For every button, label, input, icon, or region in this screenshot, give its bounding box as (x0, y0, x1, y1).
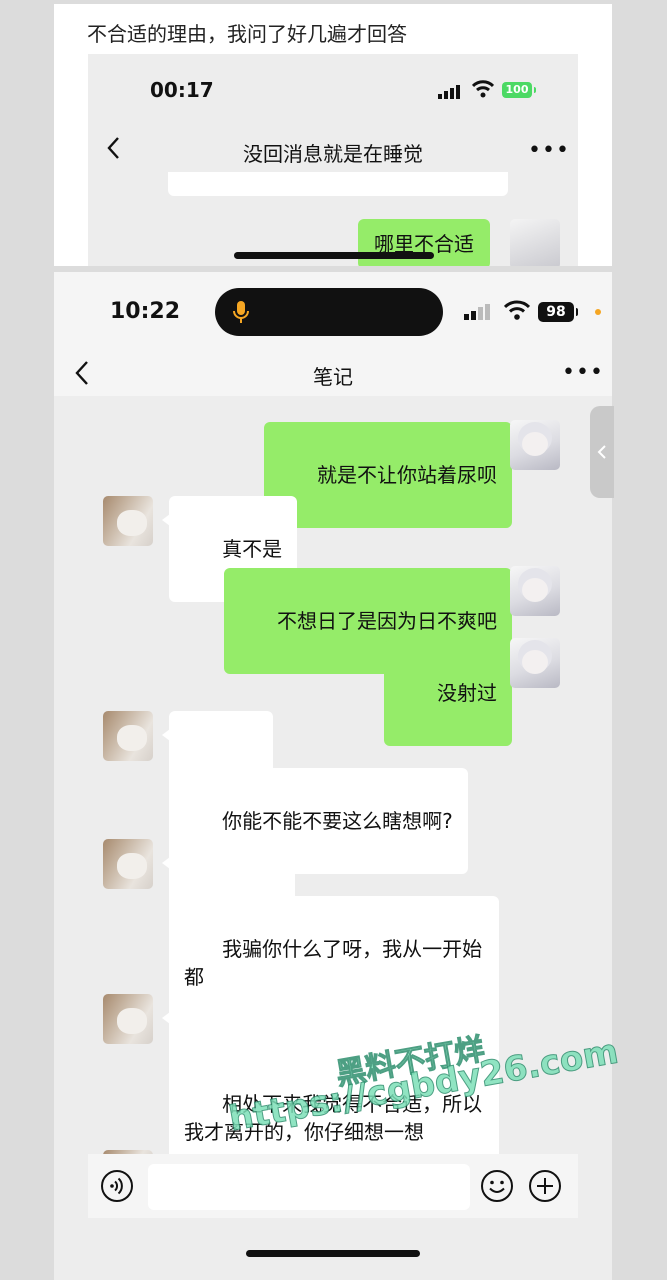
side-panel-handle[interactable] (590, 406, 614, 498)
chat-screenshot-card: 10:22 98 笔记 ••• 就是不让你站着尿呗 真不是 不想日了是因为日不爽… (54, 272, 612, 1280)
sent-message[interactable]: 没射过 (383, 640, 520, 746)
battery-icon: 100 (502, 82, 536, 98)
wifi-icon (471, 80, 495, 102)
avatar[interactable] (510, 420, 560, 470)
previous-screenshot-card: 不合适的理由，我问了好几遍才回答 00:17 100 没回消息就是在睡觉 •••… (54, 4, 612, 266)
avatar[interactable] (510, 566, 560, 616)
inner-screenshot: 00:17 100 没回消息就是在睡觉 ••• 哪里不合适 (88, 54, 578, 266)
input-bar (88, 1154, 578, 1218)
avatar[interactable] (103, 496, 153, 546)
inner-nav-bar: 没回消息就是在睡觉 ••• (88, 128, 578, 172)
message-text: 没射过 (437, 681, 497, 705)
message-text: 你能不能不要这么瞎想啊? (222, 809, 453, 833)
mic-icon (233, 300, 249, 328)
message-text: 不想日了是因为日不爽吧 (277, 609, 497, 633)
card-caption: 不合适的理由，我问了好几遍才回答 (87, 22, 407, 46)
dynamic-island (215, 288, 443, 336)
home-indicator (234, 252, 434, 259)
avatar[interactable] (103, 711, 153, 761)
privacy-indicator (595, 309, 601, 315)
inner-chat-title: 没回消息就是在睡觉 (243, 142, 423, 166)
more-icon[interactable]: ••• (562, 360, 604, 385)
signal-icon (438, 84, 462, 103)
inner-time: 00:17 (150, 78, 214, 102)
emoji-icon[interactable] (480, 1169, 514, 1207)
message-text: 就是不让你站着尿呗 (317, 463, 497, 487)
avatar[interactable] (103, 839, 153, 889)
chat-title: 笔记 (313, 365, 353, 389)
signal-icon (464, 304, 492, 324)
status-bar: 10:22 98 (54, 272, 612, 352)
home-indicator (246, 1250, 420, 1257)
battery-icon: 98 (538, 302, 578, 322)
sent-message[interactable]: 就是不让你站着尿呗 (263, 422, 520, 528)
more-icon[interactable]: ••• (528, 138, 570, 163)
avatar[interactable] (103, 994, 153, 1044)
status-time: 10:22 (110, 299, 181, 324)
nav-bar: 笔记 ••• (54, 352, 612, 396)
message-input[interactable] (148, 1164, 470, 1210)
plus-icon[interactable] (528, 1169, 562, 1207)
voice-input-icon[interactable] (100, 1169, 134, 1207)
wifi-icon (503, 300, 531, 324)
avatar[interactable] (510, 219, 560, 266)
message-text: 真不是 (222, 537, 283, 561)
inner-status-bar: 00:17 100 (88, 54, 578, 124)
inner-bubble-stub (168, 172, 508, 196)
avatar[interactable] (510, 638, 560, 688)
